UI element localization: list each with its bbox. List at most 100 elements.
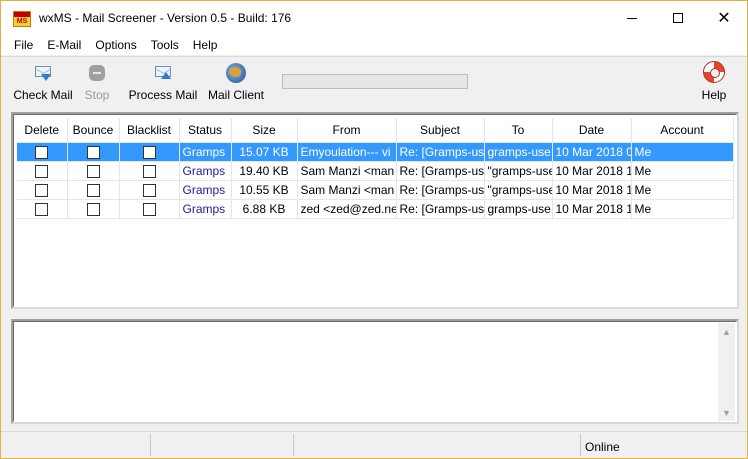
date-cell: 10 Mar 2018 1 [552, 199, 632, 219]
blacklist-checkbox[interactable] [142, 164, 156, 178]
date-cell: 10 Mar 2018 1 [552, 161, 632, 181]
col-from[interactable]: From [297, 118, 397, 143]
subject-cell: Re: [Gramps-use [396, 199, 485, 219]
date-cell: 10 Mar 2018 1 [552, 180, 632, 200]
status-cell: Gramps [179, 161, 232, 181]
size-cell: 10.55 KB [231, 180, 298, 200]
check-mail-icon [32, 62, 54, 84]
menu-options[interactable]: Options [88, 35, 143, 55]
app-window: MS wxMS - Mail Screener - Version 0.5 - … [0, 0, 748, 459]
table-row[interactable]: Gramps 19.40 KB Sam Manzi <man Re: [Gram… [17, 161, 734, 181]
mail-list-pane: Delete Bounce Blacklist Status Size From… [11, 112, 739, 309]
size-cell: 15.07 KB [231, 142, 298, 162]
col-subject[interactable]: Subject [396, 118, 485, 143]
close-button[interactable]: ✕ [701, 1, 747, 35]
subject-cell: Re: [Gramps-use [396, 142, 485, 162]
mail-client-label: Mail Client [207, 88, 264, 102]
bounce-checkbox[interactable] [86, 164, 100, 178]
account-cell: Me [631, 142, 734, 162]
stop-icon [86, 62, 108, 84]
blacklist-checkbox[interactable] [142, 183, 156, 197]
delete-cell [17, 161, 68, 181]
account-cell: Me [631, 180, 734, 200]
col-delete[interactable]: Delete [17, 118, 68, 143]
col-bounce[interactable]: Bounce [67, 118, 120, 143]
menu-bar: File E-Mail Options Tools Help [1, 35, 747, 55]
size-cell: 19.40 KB [231, 161, 298, 181]
maximize-button[interactable] [655, 1, 701, 35]
bounce-checkbox[interactable] [86, 145, 100, 159]
status-field-1 [1, 434, 151, 456]
message-preview-pane[interactable]: ▲ ▼ [11, 319, 739, 424]
mail-client-button[interactable]: Mail Client [205, 60, 267, 106]
bounce-cell [67, 161, 120, 181]
to-cell: "gramps-use [484, 180, 553, 200]
col-date[interactable]: Date [552, 118, 632, 143]
menu-email[interactable]: E-Mail [40, 35, 88, 55]
delete-cell [17, 142, 68, 162]
table-row[interactable]: Gramps 6.88 KB zed <zed@zed.net Re: [Gra… [17, 199, 734, 219]
bounce-checkbox[interactable] [86, 183, 100, 197]
table-row[interactable]: Gramps 15.07 KB Emyoulation--- vi Re: [G… [17, 142, 734, 162]
bounce-cell [67, 199, 120, 219]
minimize-icon [627, 17, 637, 19]
maximize-icon [673, 13, 683, 23]
bounce-checkbox[interactable] [86, 202, 100, 216]
date-cell: 10 Mar 2018 0 [552, 142, 632, 162]
col-blacklist[interactable]: Blacklist [119, 118, 180, 143]
status-field-3 [294, 434, 581, 456]
help-button[interactable]: Help [698, 60, 730, 106]
bounce-cell [67, 142, 120, 162]
process-mail-button[interactable]: Process Mail [128, 60, 198, 106]
col-status[interactable]: Status [179, 118, 232, 143]
lifebuoy-icon [702, 60, 726, 84]
blacklist-cell [119, 180, 180, 200]
status-cell: Gramps [179, 142, 232, 162]
online-status: Online [585, 440, 620, 454]
delete-checkbox[interactable] [35, 202, 49, 216]
blacklist-checkbox[interactable] [142, 202, 156, 216]
process-mail-icon [152, 62, 174, 84]
delete-checkbox[interactable] [35, 145, 49, 159]
from-cell: Sam Manzi <man [297, 180, 397, 200]
from-cell: Emyoulation--- vi [297, 142, 397, 162]
subject-cell: Re: [Gramps-use [396, 161, 485, 181]
col-to[interactable]: To [484, 118, 553, 143]
window-title: wxMS - Mail Screener - Version 0.5 - Bui… [39, 11, 292, 25]
from-cell: Sam Manzi <man [297, 161, 397, 181]
scroll-up-icon[interactable]: ▲ [718, 323, 735, 340]
title-bar[interactable]: MS wxMS - Mail Screener - Version 0.5 - … [1, 1, 747, 35]
to-cell: gramps-use [484, 199, 553, 219]
status-cell: Gramps [179, 180, 232, 200]
delete-checkbox[interactable] [35, 164, 49, 178]
col-account[interactable]: Account [631, 118, 734, 143]
blacklist-cell [119, 199, 180, 219]
bounce-cell [67, 180, 120, 200]
scroll-down-icon[interactable]: ▼ [718, 404, 735, 421]
blacklist-cell [119, 142, 180, 162]
blacklist-checkbox[interactable] [142, 145, 156, 159]
to-cell: "gramps-use [484, 161, 553, 181]
table-row[interactable]: Gramps 10.55 KB Sam Manzi <man Re: [Gram… [17, 180, 734, 200]
process-mail-label: Process Mail [128, 88, 198, 102]
subject-cell: Re: [Gramps-use [396, 180, 485, 200]
stop-label: Stop [84, 88, 110, 102]
thunderbird-icon [225, 62, 247, 84]
menu-file[interactable]: File [7, 35, 40, 55]
account-cell: Me [631, 199, 734, 219]
app-icon: MS [13, 11, 31, 27]
to-cell: gramps-use [484, 142, 553, 162]
col-size[interactable]: Size [231, 118, 298, 143]
status-field-2 [151, 434, 294, 456]
stop-button[interactable]: Stop [81, 60, 113, 106]
from-cell: zed <zed@zed.net [297, 199, 397, 219]
minimize-button[interactable] [609, 1, 655, 35]
delete-checkbox[interactable] [35, 183, 49, 197]
blacklist-cell [119, 161, 180, 181]
menu-tools[interactable]: Tools [144, 35, 186, 55]
menu-help[interactable]: Help [186, 35, 225, 55]
check-mail-button[interactable]: Check Mail [11, 60, 75, 106]
table-header: Delete Bounce Blacklist Status Size From… [17, 118, 734, 143]
toolbar: Check Mail Stop Process Mail Mail Client… [1, 56, 747, 108]
preview-scrollbar[interactable]: ▲ ▼ [718, 323, 735, 421]
